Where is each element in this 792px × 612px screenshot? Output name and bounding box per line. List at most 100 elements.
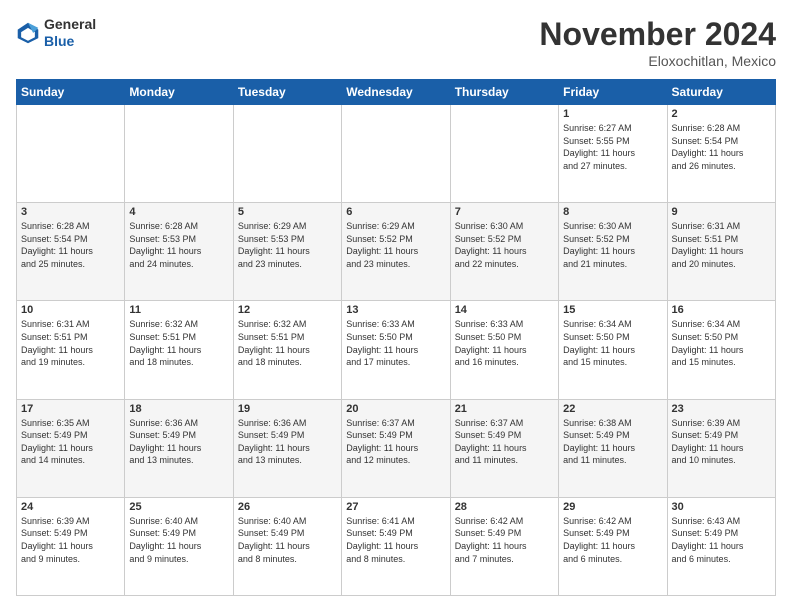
day-info: Sunrise: 6:42 AM Sunset: 5:49 PM Dayligh… — [455, 515, 554, 565]
day-info: Sunrise: 6:34 AM Sunset: 5:50 PM Dayligh… — [672, 318, 771, 368]
day-number: 8 — [563, 206, 662, 218]
day-number: 17 — [21, 403, 120, 415]
day-number: 7 — [455, 206, 554, 218]
day-info: Sunrise: 6:28 AM Sunset: 5:54 PM Dayligh… — [21, 220, 120, 270]
day-info: Sunrise: 6:30 AM Sunset: 5:52 PM Dayligh… — [563, 220, 662, 270]
day-number: 28 — [455, 501, 554, 513]
weekday-header-thursday: Thursday — [450, 80, 558, 105]
day-number: 15 — [563, 304, 662, 316]
day-number: 11 — [129, 304, 228, 316]
month-title: November 2024 — [539, 16, 776, 53]
day-info: Sunrise: 6:42 AM Sunset: 5:49 PM Dayligh… — [563, 515, 662, 565]
day-number: 9 — [672, 206, 771, 218]
day-info: Sunrise: 6:29 AM Sunset: 5:53 PM Dayligh… — [238, 220, 337, 270]
calendar-cell: 21Sunrise: 6:37 AM Sunset: 5:49 PM Dayli… — [450, 399, 558, 497]
calendar-cell: 7 Sunrise: 6:30 AM Sunset: 5:52 PM Daylig… — [450, 203, 558, 301]
day-number: 29 — [563, 501, 662, 513]
day-info: Sunrise: 6:33 AM Sunset: 5:50 PM Dayligh… — [346, 318, 445, 368]
calendar-cell: 14 Sunrise: 6:33 AM Sunset: 5:50 PM Dayli… — [450, 301, 558, 399]
calendar-cell — [233, 105, 341, 203]
calendar-cell: 22Sunrise: 6:38 AM Sunset: 5:49 PM Dayli… — [559, 399, 667, 497]
calendar-cell: 15 Sunrise: 6:34 AM Sunset: 5:50 PM Dayli… — [559, 301, 667, 399]
calendar-cell: 4Sunrise: 6:28 AM Sunset: 5:53 PM Daylig… — [125, 203, 233, 301]
logo-icon — [16, 21, 40, 45]
day-number: 3 — [21, 206, 120, 218]
calendar-cell: 9 Sunrise: 6:31 AM Sunset: 5:51 PM Daylig… — [667, 203, 775, 301]
calendar-cell: 12 Sunrise: 6:32 AM Sunset: 5:51 PM Dayli… — [233, 301, 341, 399]
day-number: 26 — [238, 501, 337, 513]
day-info: Sunrise: 6:31 AM Sunset: 5:51 PM Dayligh… — [672, 220, 771, 270]
title-block: November 2024 Eloxochitlan, Mexico — [539, 16, 776, 69]
day-number: 4 — [129, 206, 228, 218]
day-info: Sunrise: 6:35 AM Sunset: 5:49 PM Dayligh… — [21, 417, 120, 467]
calendar-cell: 23Sunrise: 6:39 AM Sunset: 5:49 PM Dayli… — [667, 399, 775, 497]
day-info: Sunrise: 6:32 AM Sunset: 5:51 PM Dayligh… — [238, 318, 337, 368]
day-number: 6 — [346, 206, 445, 218]
day-number: 19 — [238, 403, 337, 415]
day-info: Sunrise: 6:41 AM Sunset: 5:49 PM Dayligh… — [346, 515, 445, 565]
calendar-cell: 2 Sunrise: 6:28 AM Sunset: 5:54 PM Daylig… — [667, 105, 775, 203]
day-number: 14 — [455, 304, 554, 316]
calendar-table: SundayMondayTuesdayWednesdayThursdayFrid… — [16, 79, 776, 596]
calendar-cell — [342, 105, 450, 203]
calendar-cell: 8 Sunrise: 6:30 AM Sunset: 5:52 PM Daylig… — [559, 203, 667, 301]
day-info: Sunrise: 6:32 AM Sunset: 5:51 PM Dayligh… — [129, 318, 228, 368]
calendar-cell: 18 Sunrise: 6:36 AM Sunset: 5:49 PM Dayli… — [125, 399, 233, 497]
day-number: 2 — [672, 108, 771, 120]
logo: General Blue — [16, 16, 96, 50]
logo-text: General Blue — [44, 16, 96, 50]
weekday-header-sunday: Sunday — [17, 80, 125, 105]
day-number: 22 — [563, 403, 662, 415]
calendar-cell: 6Sunrise: 6:29 AM Sunset: 5:52 PM Daylig… — [342, 203, 450, 301]
day-number: 1 — [563, 108, 662, 120]
day-info: Sunrise: 6:36 AM Sunset: 5:49 PM Dayligh… — [238, 417, 337, 467]
calendar-cell — [125, 105, 233, 203]
calendar-cell: 19 Sunrise: 6:36 AM Sunset: 5:49 PM Dayli… — [233, 399, 341, 497]
day-info: Sunrise: 6:36 AM Sunset: 5:49 PM Dayligh… — [129, 417, 228, 467]
calendar-cell: 1 Sunrise: 6:27 AM Sunset: 5:55 PM Daylig… — [559, 105, 667, 203]
header: General Blue November 2024 Eloxochitlan,… — [16, 16, 776, 69]
weekday-header-friday: Friday — [559, 80, 667, 105]
day-info: Sunrise: 6:37 AM Sunset: 5:49 PM Dayligh… — [346, 417, 445, 467]
day-number: 27 — [346, 501, 445, 513]
weekday-header-tuesday: Tuesday — [233, 80, 341, 105]
calendar-cell: 10 Sunrise: 6:31 AM Sunset: 5:51 PM Dayli… — [17, 301, 125, 399]
calendar-cell: 26 Sunrise: 6:40 AM Sunset: 5:49 PM Dayli… — [233, 497, 341, 595]
calendar-cell: 29 Sunrise: 6:42 AM Sunset: 5:49 PM Dayli… — [559, 497, 667, 595]
calendar-cell: 3 Sunrise: 6:28 AM Sunset: 5:54 PM Daylig… — [17, 203, 125, 301]
day-info: Sunrise: 6:40 AM Sunset: 5:49 PM Dayligh… — [129, 515, 228, 565]
day-info: Sunrise: 6:34 AM Sunset: 5:50 PM Dayligh… — [563, 318, 662, 368]
day-number: 25 — [129, 501, 228, 513]
calendar-cell: 24 Sunrise: 6:39 AM Sunset: 5:49 PM Dayli… — [17, 497, 125, 595]
weekday-header-monday: Monday — [125, 80, 233, 105]
calendar-cell: 11 Sunrise: 6:32 AM Sunset: 5:51 PM Dayli… — [125, 301, 233, 399]
day-info: Sunrise: 6:37 AM Sunset: 5:49 PM Dayligh… — [455, 417, 554, 467]
day-info: Sunrise: 6:28 AM Sunset: 5:54 PM Dayligh… — [672, 122, 771, 172]
day-info: Sunrise: 6:30 AM Sunset: 5:52 PM Dayligh… — [455, 220, 554, 270]
day-number: 10 — [21, 304, 120, 316]
day-number: 12 — [238, 304, 337, 316]
day-number: 5 — [238, 206, 337, 218]
calendar-cell: 16Sunrise: 6:34 AM Sunset: 5:50 PM Dayli… — [667, 301, 775, 399]
location: Eloxochitlan, Mexico — [539, 53, 776, 69]
calendar-cell: 27 Sunrise: 6:41 AM Sunset: 5:49 PM Dayli… — [342, 497, 450, 595]
calendar-cell: 30Sunrise: 6:43 AM Sunset: 5:49 PM Dayli… — [667, 497, 775, 595]
calendar-cell: 17 Sunrise: 6:35 AM Sunset: 5:49 PM Dayli… — [17, 399, 125, 497]
day-number: 24 — [21, 501, 120, 513]
day-number: 20 — [346, 403, 445, 415]
logo-blue: Blue — [44, 33, 74, 49]
calendar-cell — [450, 105, 558, 203]
day-info: Sunrise: 6:40 AM Sunset: 5:49 PM Dayligh… — [238, 515, 337, 565]
weekday-header-saturday: Saturday — [667, 80, 775, 105]
day-info: Sunrise: 6:31 AM Sunset: 5:51 PM Dayligh… — [21, 318, 120, 368]
calendar-cell: 25 Sunrise: 6:40 AM Sunset: 5:49 PM Dayli… — [125, 497, 233, 595]
day-info: Sunrise: 6:43 AM Sunset: 5:49 PM Dayligh… — [672, 515, 771, 565]
day-info: Sunrise: 6:39 AM Sunset: 5:49 PM Dayligh… — [21, 515, 120, 565]
day-info: Sunrise: 6:27 AM Sunset: 5:55 PM Dayligh… — [563, 122, 662, 172]
logo-general: General — [44, 16, 96, 32]
day-info: Sunrise: 6:39 AM Sunset: 5:49 PM Dayligh… — [672, 417, 771, 467]
day-number: 18 — [129, 403, 228, 415]
day-number: 13 — [346, 304, 445, 316]
calendar-cell — [17, 105, 125, 203]
day-info: Sunrise: 6:33 AM Sunset: 5:50 PM Dayligh… — [455, 318, 554, 368]
